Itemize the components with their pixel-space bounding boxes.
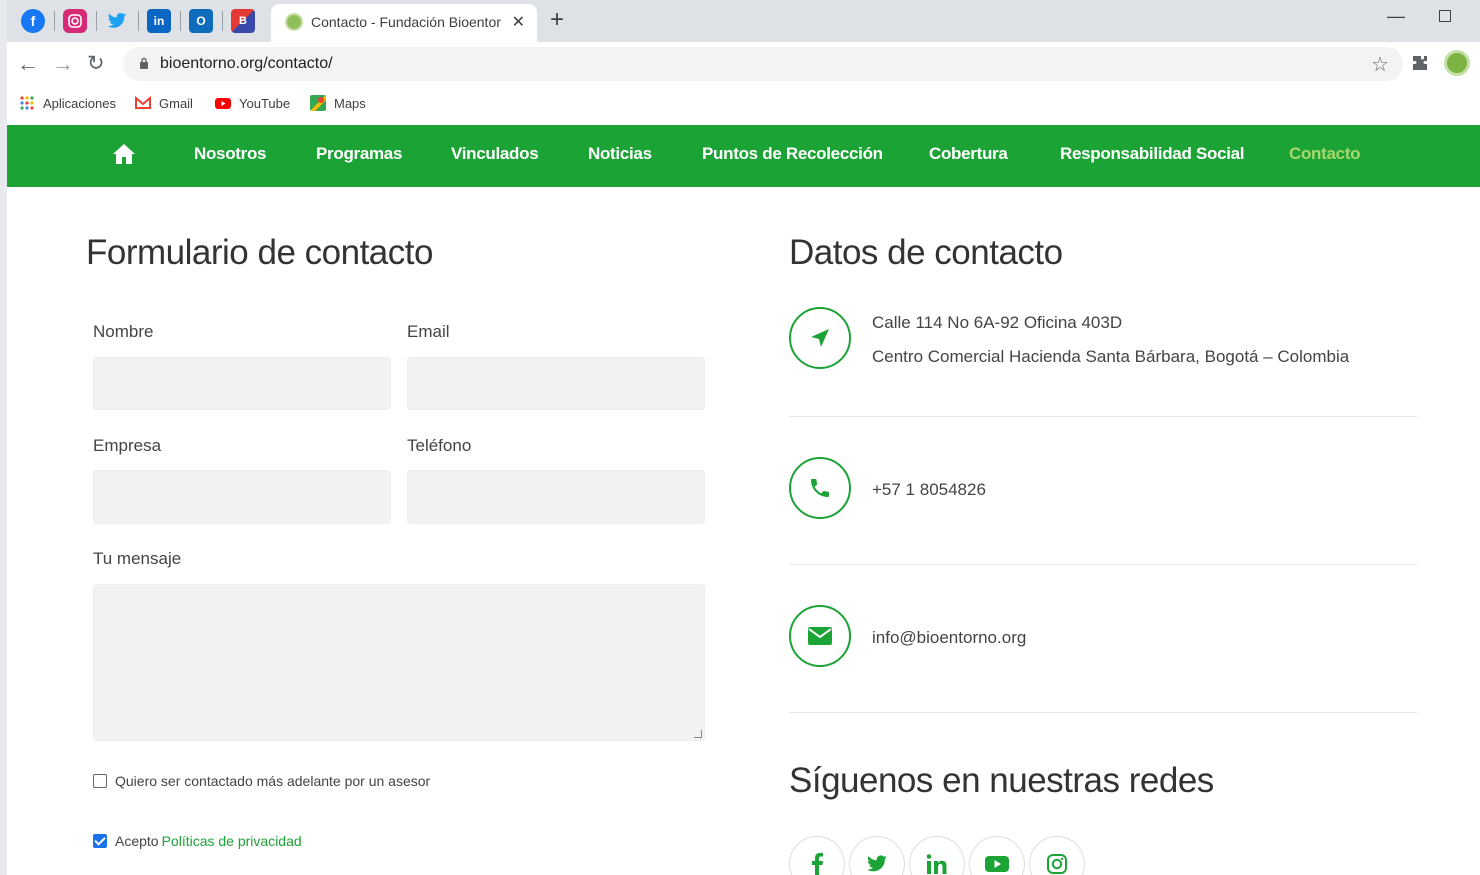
app-icon[interactable]: B [231, 9, 255, 33]
youtube-icon [215, 98, 231, 109]
linkedin-icon[interactable]: in [147, 9, 171, 33]
nombre-label: Nombre [93, 322, 154, 341]
browser-toolbar: ← → ↻ bioentorno.org/contacto/ ☆ [7, 42, 1480, 86]
bookmark-label: Aplicaciones [43, 95, 116, 111]
nav-item-puntos-de-recoleccion[interactable]: Puntos de Recolección [702, 144, 883, 164]
tab-separator [96, 11, 97, 31]
outlook-icon[interactable]: O [189, 9, 213, 33]
tab-separator [222, 11, 223, 31]
profile-avatar[interactable] [1444, 50, 1470, 76]
location-icon [789, 307, 851, 369]
contact-later-checkbox[interactable] [93, 774, 107, 788]
bookmark-apps[interactable]: Aplicaciones [19, 95, 116, 111]
instagram-icon[interactable] [63, 9, 87, 33]
lock-icon [140, 57, 148, 69]
browser-window: f in O B Contacto - Fundación Bioentorno… [0, 0, 1480, 875]
bookmarks-bar: Aplicaciones Gmail YouTube Maps [7, 86, 1480, 124]
bookmark-label: Gmail [159, 95, 193, 111]
apps-grid-icon [20, 96, 34, 110]
tab-separator [54, 11, 55, 31]
envelope-icon [789, 605, 851, 667]
nombre-input[interactable] [93, 357, 391, 410]
twitter-social-button[interactable] [849, 836, 905, 875]
email-address[interactable]: info@bioentorno.org [872, 628, 1026, 648]
bookmark-youtube[interactable]: YouTube [215, 95, 290, 111]
nav-item-cobertura[interactable]: Cobertura [929, 144, 1008, 164]
site-favicon-icon [285, 13, 303, 31]
mensaje-label: Tu mensaje [93, 549, 182, 568]
instagram-social-button[interactable] [1029, 836, 1085, 875]
nav-item-noticias[interactable]: Noticias [588, 144, 652, 164]
maps-icon [310, 95, 326, 111]
email-label: Email [407, 322, 450, 341]
address-bar[interactable]: bioentorno.org/contacto/ ☆ [123, 47, 1403, 81]
nav-item-vinculados[interactable]: Vinculados [451, 144, 539, 164]
linkedin-icon [926, 854, 947, 874]
tab-separator [180, 11, 181, 31]
instagram-icon [1047, 854, 1067, 874]
back-icon[interactable]: ← [17, 51, 39, 77]
window-edge [0, 0, 7, 875]
contact-title: Datos de contacto [789, 233, 1063, 272]
nav-item-contacto[interactable]: Contacto [1289, 144, 1361, 164]
phone-number[interactable]: +57 1 8054826 [872, 480, 986, 500]
youtube-icon [985, 856, 1009, 872]
twitter-icon [867, 855, 887, 872]
phone-icon [789, 457, 851, 519]
empresa-label: Empresa [93, 436, 162, 455]
address-line-2: Centro Comercial Hacienda Santa Bárbara,… [872, 347, 1350, 366]
linkedin-social-button[interactable] [909, 836, 965, 875]
divider [789, 416, 1417, 417]
privacy-policy-link[interactable]: Políticas de privacidad [162, 833, 302, 849]
reload-icon[interactable]: ↻ [87, 51, 105, 76]
facebook-social-button[interactable] [789, 836, 845, 875]
telefono-input[interactable] [407, 470, 705, 524]
address-line-1: Calle 114 No 6A-92 Oficina 403D [872, 313, 1123, 332]
divider [789, 564, 1417, 565]
contact-later-option: Quiero ser contactado más adelante por u… [93, 773, 430, 789]
active-tab[interactable]: Contacto - Fundación Bioentorno ✕ [271, 4, 537, 42]
facebook-icon [812, 852, 823, 875]
youtube-social-button[interactable] [969, 836, 1025, 875]
accept-label: Acepto [115, 833, 159, 849]
extensions-icon[interactable] [1411, 54, 1429, 77]
bookmark-gmail[interactable]: Gmail [135, 95, 193, 111]
telefono-label: Teléfono [407, 436, 472, 455]
nav-item-responsabilidad-social[interactable]: Responsabilidad Social [1060, 144, 1245, 164]
tab-bar: f in O B Contacto - Fundación Bioentorno… [7, 0, 1480, 42]
divider [789, 712, 1417, 713]
contact-later-label: Quiero ser contactado más adelante por u… [115, 773, 431, 789]
resize-handle[interactable] [694, 730, 702, 738]
bookmark-label: Maps [334, 95, 366, 111]
form-title: Formulario de contacto [86, 233, 433, 272]
mensaje-textarea[interactable] [93, 584, 705, 741]
nav-item-nosotros[interactable]: Nosotros [194, 144, 267, 164]
facebook-icon[interactable]: f [21, 9, 45, 33]
forward-icon[interactable]: → [52, 51, 74, 77]
home-icon[interactable] [111, 141, 137, 167]
empresa-input[interactable] [93, 470, 391, 524]
privacy-checkbox[interactable] [93, 834, 107, 848]
minimize-icon[interactable]: — [1387, 6, 1405, 27]
email-input[interactable] [407, 357, 705, 410]
close-icon[interactable]: ✕ [512, 12, 525, 32]
bookmark-star-icon[interactable]: ☆ [1371, 52, 1389, 77]
tab-separator [138, 11, 139, 31]
twitter-icon[interactable] [105, 9, 129, 33]
tab-title: Contacto - Fundación Bioentorno [311, 14, 501, 30]
bookmark-label: YouTube [239, 95, 291, 111]
nav-item-programas[interactable]: Programas [316, 144, 402, 164]
bookmark-maps[interactable]: Maps [310, 95, 366, 111]
restore-icon[interactable] [1439, 10, 1451, 22]
site-navigation: Nosotros Programas Vinculados Noticias P… [7, 125, 1480, 187]
privacy-option: Acepto Políticas de privacidad [93, 833, 302, 849]
url-text: bioentorno.org/contacto/ [160, 55, 333, 72]
gmail-icon [135, 95, 151, 109]
new-tab-icon[interactable]: + [550, 6, 564, 34]
social-title: Síguenos en nuestras redes [789, 761, 1214, 800]
